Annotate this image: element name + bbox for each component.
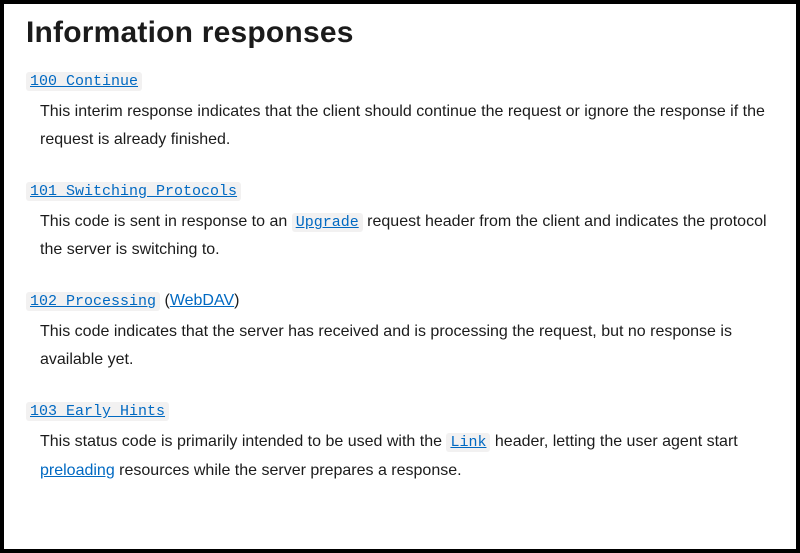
status-103-link[interactable]: 103 Early Hints <box>26 402 169 421</box>
status-100-link[interactable]: 100 Continue <box>26 72 142 91</box>
status-101-desc: This code is sent in response to an Upgr… <box>40 208 774 264</box>
status-100-term: 100 Continue <box>26 72 774 90</box>
status-101-term: 101 Switching Protocols <box>26 182 774 200</box>
webdav-link[interactable]: WebDAV <box>170 292 234 309</box>
status-103-desc-tail: resources while the server prepares a re… <box>115 462 462 479</box>
status-101-desc-pre: This code is sent in response to an <box>40 213 292 230</box>
section-heading: Information responses <box>26 16 774 50</box>
link-header-link[interactable]: Link <box>446 433 490 452</box>
status-103-term: 103 Early Hints <box>26 402 774 420</box>
preloading-link[interactable]: preloading <box>40 462 115 479</box>
status-103-desc-pre: This status code is primarily intended t… <box>40 433 446 450</box>
status-101-link[interactable]: 101 Switching Protocols <box>26 182 241 201</box>
status-102-desc: This code indicates that the server has … <box>40 318 774 374</box>
status-102-link[interactable]: 102 Processing <box>26 292 160 311</box>
upgrade-header-link[interactable]: Upgrade <box>292 213 363 232</box>
status-103-desc: This status code is primarily intended t… <box>40 428 774 484</box>
status-102-desc-text: This code indicates that the server has … <box>40 323 732 368</box>
status-100-desc: This interim response indicates that the… <box>40 98 774 154</box>
status-102-extra-prefix: ( <box>160 292 170 309</box>
definition-list: 100 Continue This interim response indic… <box>26 72 774 485</box>
status-100-desc-text: This interim response indicates that the… <box>40 103 765 148</box>
status-103-desc-post: header, letting the user agent start <box>490 433 737 450</box>
status-102-extra-suffix: ) <box>234 292 239 309</box>
status-102-term: 102 Processing (WebDAV) <box>26 292 774 310</box>
